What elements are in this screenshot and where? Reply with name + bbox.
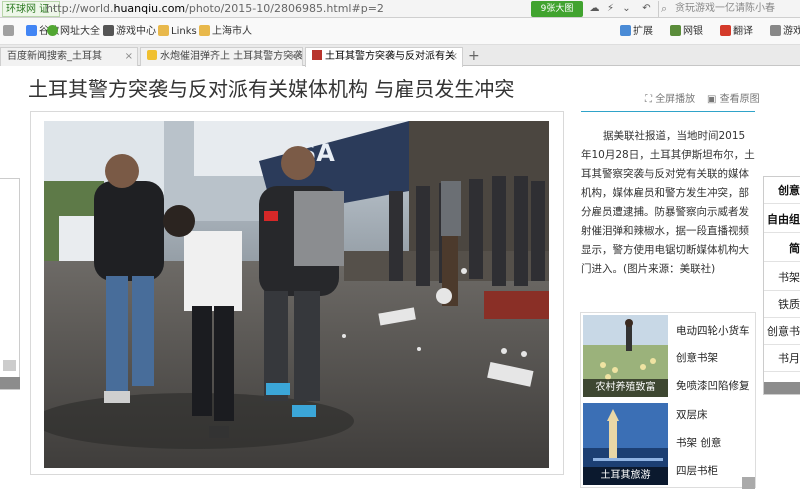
extensions-button[interactable]: 扩展 [620,24,653,40]
page-title: 土耳其警方突袭与反对派有关媒体机构 与雇员发生冲突 [28,77,515,101]
globe-icon [47,25,58,36]
recommend-panel: 农村养殖致富 电动四轮小货车 创意书架 免喷漆凹陷修复 土耳其旅游 双层床 书架… [580,312,756,488]
right-floating-ad[interactable]: 创意 自由组 简 书架 铁质 创意书 书月 [763,176,800,395]
search-placeholder: 贪玩游戏一亿请陈小春 [675,3,775,14]
ad-bar [0,377,20,389]
recommend-link[interactable]: 双层床 [676,407,708,422]
article-text: 据美联社报道，当地时间2015年10月28日，土耳其伊斯坦布尔，土耳其警察突袭与… [581,130,755,275]
news-photo[interactable]: SA [44,121,549,468]
left-floating-ad[interactable] [0,178,20,390]
ad-bar [764,382,800,394]
gallery-button[interactable]: 9张大图 [531,1,583,17]
tab-water-cannon[interactable]: 水炮催泪弹齐上 土耳其警方突袭 × [140,47,303,66]
bookmark-links[interactable]: Links [158,24,197,40]
url-prefix: http://world. [46,2,114,15]
search-input[interactable]: ⌕ 贪玩游戏一亿请陈小春 [658,1,800,17]
search-icon: ⌕ [661,2,668,15]
recommend-link[interactable]: 书架 创意 [676,435,721,450]
close-icon[interactable] [3,360,16,371]
tab-baidu-news[interactable]: 百度新闻搜索_土耳其 × [0,47,138,66]
close-icon[interactable]: × [290,48,298,66]
tab-strip: 百度新闻搜索_土耳其 × 水炮催泪弹齐上 土耳其警方突袭 × 土耳其警方突袭与反对派… [0,45,800,67]
gamepad-icon [103,25,114,36]
close-icon[interactable] [742,477,755,489]
bookmarks-menu-icon[interactable] [3,24,16,40]
recommend-thumb-turkey[interactable]: 土耳其旅游 [583,403,668,485]
recommend-link[interactable]: 免喷漆凹陷修复 [676,378,750,393]
close-icon[interactable]: × [450,48,458,66]
tab-current[interactable]: 土耳其警方突袭与反对派有关 × [305,47,463,67]
bookmark-bar: 谷歌 网址大全 游戏中心 Links 上海市人 扩展 网银 翻译 游戏 [0,18,800,45]
right-ad-item[interactable]: 铁质 [764,291,800,318]
gamepad-icon [770,25,781,36]
image-icon: ▣ [707,94,717,105]
right-ad-item[interactable]: 创意 [764,177,800,204]
translate-button[interactable]: 翻译 [720,24,753,40]
right-ad-item[interactable]: 创意书 [764,318,800,345]
url-path: /photo/2015-10/2806985.html#p=2 [185,2,384,15]
cloud-icon[interactable]: ☁ [588,2,601,15]
site-icon [312,50,322,60]
recommend-caption: 农村养殖致富 [583,379,668,397]
bookmark-games[interactable]: 游戏中心 [103,24,156,40]
right-ad-item[interactable]: 书架 [764,264,800,291]
bookmark-shanghai[interactable]: 上海市人 [199,24,252,40]
games-button[interactable]: 游戏 [770,24,800,40]
right-ad-item[interactable]: 自由组 [764,206,800,233]
expand-icon: ⛶ [645,94,652,105]
recommend-caption: 土耳其旅游 [583,467,668,485]
url-host: huanqiu.com [113,2,186,15]
recommend-thumb-farm[interactable]: 农村养殖致富 [583,315,668,397]
fullscreen-button[interactable]: ⛶ 全屏播放 [645,90,695,105]
bookmark-hao[interactable]: 网址大全 [47,24,100,40]
recommend-link[interactable]: 创意书架 [676,350,718,365]
folder-icon [199,25,210,36]
right-ad-item[interactable]: 简 [764,235,800,262]
view-original-button[interactable]: ▣ 查看原图 [707,90,760,105]
folder-icon [158,25,169,36]
new-tab-icon[interactable]: + [468,48,480,64]
url-field[interactable]: http://world.huanqiu.com/photo/2015-10/2… [46,0,526,18]
close-icon[interactable]: × [125,48,133,66]
shield-icon [670,25,681,36]
recommend-link[interactable]: 电动四轮小货车 [676,323,750,338]
right-ad-item[interactable]: 书月 [764,345,800,372]
chevron-down-icon[interactable]: ⌄ [620,2,633,15]
ebank-button[interactable]: 网银 [670,24,703,40]
lightning-icon[interactable]: ⚡ [604,2,617,15]
recommend-link[interactable]: 四层书柜 [676,463,718,478]
back-icon[interactable]: ↶ [640,2,653,15]
hand-icon [147,50,157,60]
address-bar: 环球网 证 · http://world.huanqiu.com/photo/2… [0,0,800,18]
google-icon [26,25,37,36]
puzzle-icon [620,25,631,36]
divider [581,111,755,112]
translate-icon [720,25,731,36]
